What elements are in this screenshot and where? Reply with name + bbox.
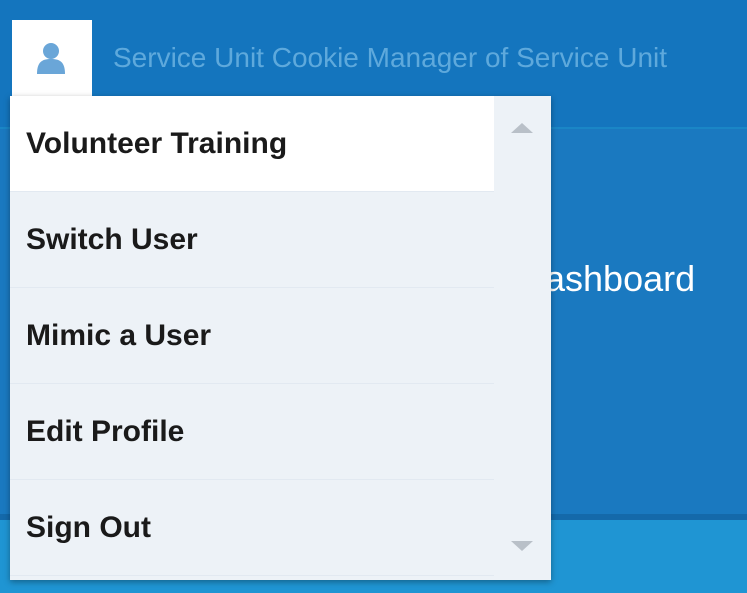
menu-item-mimic-user[interactable]: Mimic a User bbox=[10, 288, 494, 384]
menu-item-volunteer-training[interactable]: Volunteer Training bbox=[10, 96, 494, 192]
scroll-up-arrow-icon[interactable] bbox=[508, 118, 536, 138]
menu-list: Volunteer Training Switch User Mimic a U… bbox=[10, 96, 494, 576]
user-icon bbox=[37, 43, 65, 74]
menu-item-edit-profile[interactable]: Edit Profile bbox=[10, 384, 494, 480]
user-role-title[interactable]: Service Unit Cookie Manager of Service U… bbox=[113, 42, 667, 74]
menu-scrollbar[interactable] bbox=[494, 96, 551, 580]
dashboard-heading: ashboard bbox=[545, 258, 696, 299]
user-menu-button[interactable] bbox=[12, 20, 92, 98]
app-root: Service Unit Cookie Manager of Service U… bbox=[0, 0, 747, 593]
menu-item-switch-user[interactable]: Switch User bbox=[10, 192, 494, 288]
menu-item-sign-out[interactable]: Sign Out bbox=[10, 480, 494, 576]
user-dropdown-menu: Volunteer Training Switch User Mimic a U… bbox=[10, 96, 551, 580]
scroll-down-arrow-icon[interactable] bbox=[508, 536, 536, 556]
